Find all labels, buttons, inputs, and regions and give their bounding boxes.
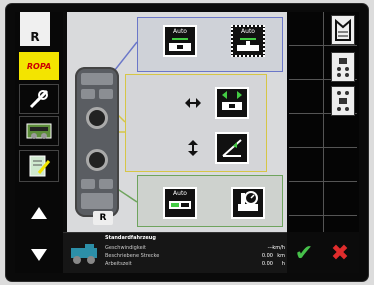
- vehicle-title: Standardfahrzeug: [105, 235, 156, 241]
- keypad-lower-icon: [337, 91, 349, 111]
- remote-top-keys: [81, 73, 113, 85]
- brand-label: ROPA: [26, 61, 52, 71]
- lateral-shift-button[interactable]: [215, 87, 249, 119]
- remote-plate: R: [93, 211, 113, 225]
- distance-label: Beschriebene Strecke: [105, 253, 160, 259]
- remote-key: [81, 89, 95, 99]
- display-screen: R ROPA Auto Auto Auto R Standardfahrzeug…: [15, 12, 359, 273]
- status-bar: Standardfahrzeug Geschwindigkeit Beschri…: [63, 232, 287, 273]
- auto-level-button[interactable]: Auto: [231, 25, 265, 57]
- machine-icon: [26, 123, 52, 139]
- auto-depth-button[interactable]: Auto: [163, 187, 197, 219]
- remote-key: [99, 179, 113, 189]
- wrench-icon: [29, 89, 49, 109]
- mode-letter: R: [30, 30, 40, 44]
- mode-badge: R: [20, 12, 50, 46]
- menu-icon: [335, 18, 351, 41]
- up-arrow-icon: [31, 207, 47, 219]
- down-arrow-icon: [31, 249, 47, 261]
- settings-button[interactable]: [19, 84, 59, 114]
- keypad-upper-button[interactable]: [331, 52, 355, 82]
- remote-joystick-lower: [86, 149, 108, 171]
- edit-document-icon: [29, 155, 51, 177]
- remote-plate-letter: R: [99, 213, 107, 223]
- remote-joystick-upper: [86, 107, 108, 129]
- menu-button[interactable]: [331, 15, 355, 45]
- scroll-down-button[interactable]: [19, 240, 59, 270]
- scroll-up-button[interactable]: [19, 198, 59, 228]
- vehicle-icon: [71, 244, 97, 264]
- right-toolbar: [287, 12, 359, 232]
- vertical-arrows-icon: [188, 140, 198, 156]
- horizontal-arrows-icon: [185, 98, 201, 108]
- lateral-shift-icon: [222, 91, 242, 110]
- cancel-button[interactable]: ✖: [323, 236, 357, 270]
- speed-unit: km/h: [272, 245, 285, 251]
- distance-value: 0.00: [261, 253, 273, 259]
- machine-button[interactable]: [19, 116, 59, 146]
- worktime-label: Arbeitszeit: [105, 261, 132, 267]
- auto-label: Auto: [173, 28, 187, 35]
- pressure-gauge-button[interactable]: [231, 187, 265, 219]
- worktime-value: 0.00: [261, 261, 273, 267]
- main-panel: Auto Auto Auto R: [67, 12, 287, 232]
- pressure-gauge-icon: [238, 191, 258, 211]
- remote-key: [99, 89, 113, 99]
- auto-label-3: Auto: [173, 190, 187, 197]
- right-cell: [289, 182, 357, 216]
- auto-label-2: Auto: [241, 28, 255, 35]
- remote-key: [81, 179, 95, 189]
- worktime-unit: h: [281, 261, 285, 267]
- close-icon: ✖: [330, 240, 350, 266]
- auto-steer-button[interactable]: Auto: [163, 25, 197, 57]
- brand-logo: ROPA: [19, 52, 59, 80]
- right-cell: [289, 148, 357, 182]
- speed-label: Geschwindigkeit: [105, 245, 147, 251]
- keypad-lower-button[interactable]: [331, 86, 355, 116]
- left-toolbar: R ROPA: [15, 12, 63, 273]
- height-adjust-icon: [222, 139, 242, 157]
- right-cell: [289, 114, 357, 148]
- steering-axle-icon: [169, 38, 191, 51]
- height-adjust-button[interactable]: [215, 132, 249, 164]
- check-icon: ✔: [294, 240, 314, 266]
- edit-button[interactable]: [19, 150, 59, 182]
- level-axle-icon: [237, 38, 259, 51]
- remote-bottom-keys: [81, 193, 113, 209]
- confirm-button[interactable]: ✔: [287, 236, 321, 270]
- remote-control-graphic: [75, 67, 119, 217]
- distance-unit: km: [277, 253, 285, 259]
- depth-control-icon: [169, 201, 191, 209]
- keypad-upper-icon: [337, 58, 349, 77]
